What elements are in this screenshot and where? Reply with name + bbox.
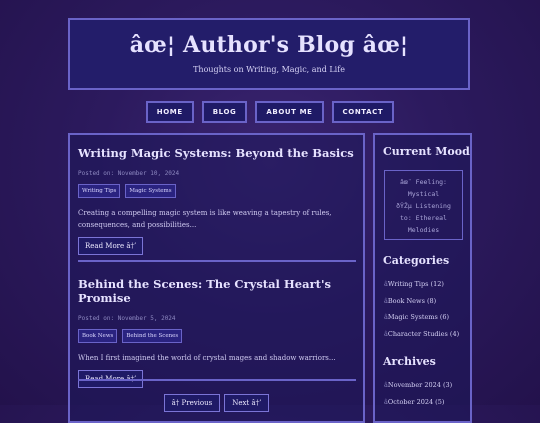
category-label: Book News (8): [387, 296, 437, 305]
mood-box: âœ¨ Feeling: Mystical ðŸŽµ Listening to:…: [384, 170, 463, 240]
category-character-studies[interactable]: âCharacter Studies (4): [384, 328, 469, 345]
tag-magic-systems[interactable]: Magic Systems: [125, 184, 176, 198]
categories-heading: Categories: [383, 254, 450, 267]
post-date: Posted on: November 5, 2024: [78, 315, 176, 322]
post-title[interactable]: Behind the Scenes: The Crystal Heart's P…: [78, 277, 356, 305]
post-excerpt: Creating a compelling magic system is li…: [78, 209, 332, 229]
blog-post: Writing Magic Systems: Beyond the Basics…: [78, 146, 356, 255]
category-writing-tips[interactable]: âWriting Tips (12): [384, 278, 469, 295]
mood-heading: Current Mood: [383, 145, 470, 158]
pagination: â† Previous Next â†’: [70, 394, 363, 412]
post-divider: [78, 260, 356, 262]
archive-label: November 2024 (3): [387, 381, 453, 389]
posts-panel: Writing Magic Systems: Beyond the Basics…: [68, 133, 365, 423]
tag-behind-the-scenes[interactable]: Behind the Scenes: [122, 329, 183, 343]
category-label: Writing Tips (12): [387, 280, 444, 288]
mood-line: âœ¨ Feeling:: [400, 178, 447, 186]
blog-post: Behind the Scenes: The Crystal Heart's P…: [78, 277, 356, 388]
mood-line: to: Ethereal: [400, 214, 447, 222]
archives-heading: Archives: [383, 355, 436, 368]
nav-about-me[interactable]: ABOUT ME: [255, 101, 324, 123]
previous-page-button[interactable]: â† Previous: [163, 394, 221, 412]
category-label: Magic Systems (6): [387, 313, 450, 321]
post-tags: Writing Tips Magic Systems: [78, 184, 356, 198]
post-divider: [78, 379, 356, 381]
archives-list: âNovember 2024 (3) âOctober 2024 (5): [384, 379, 469, 412]
main-nav: HOME BLOG ABOUT ME CONTACT: [0, 101, 540, 123]
post-tags: Book News Behind the Scenes: [78, 329, 356, 343]
post-excerpt: When I first imagined the world of cryst…: [78, 354, 336, 362]
tag-writing-tips[interactable]: Writing Tips: [78, 184, 121, 198]
post-date: Posted on: November 10, 2024: [78, 170, 180, 177]
site-header: âœ¦ Author's Blog âœ¦ Thoughts on Writin…: [68, 18, 470, 90]
category-magic-systems[interactable]: âMagic Systems (6): [384, 311, 469, 328]
mood-line: ðŸŽµ Listening: [396, 202, 451, 210]
nav-blog[interactable]: BLOG: [201, 101, 248, 123]
nav-home[interactable]: HOME: [145, 101, 194, 123]
archive-october-2024[interactable]: âOctober 2024 (5): [384, 396, 469, 413]
site-title: âœ¦ Author's Blog âœ¦: [129, 32, 409, 58]
read-more-button[interactable]: Read More â†’: [78, 237, 144, 255]
site-tagline: Thoughts on Writing, Magic, and Life: [193, 65, 345, 74]
archive-label: October 2024 (5): [387, 397, 445, 406]
tag-book-news[interactable]: Book News: [78, 329, 118, 343]
post-title[interactable]: Writing Magic Systems: Beyond the Basics: [78, 146, 356, 160]
next-page-button[interactable]: Next â†’: [224, 394, 270, 412]
mood-line: Mystical: [407, 190, 440, 198]
nav-contact[interactable]: CONTACT: [331, 101, 395, 123]
categories-list: âWriting Tips (12) âBook News (8) âMagic…: [384, 278, 469, 344]
category-book-news[interactable]: âBook News (8): [384, 295, 469, 312]
mood-line: Melodies: [407, 226, 440, 234]
sidebar: Current Mood âœ¨ Feeling: Mystical ðŸŽµ …: [373, 133, 472, 423]
archive-november-2024[interactable]: âNovember 2024 (3): [384, 379, 469, 396]
category-label: Character Studies (4): [387, 329, 460, 338]
